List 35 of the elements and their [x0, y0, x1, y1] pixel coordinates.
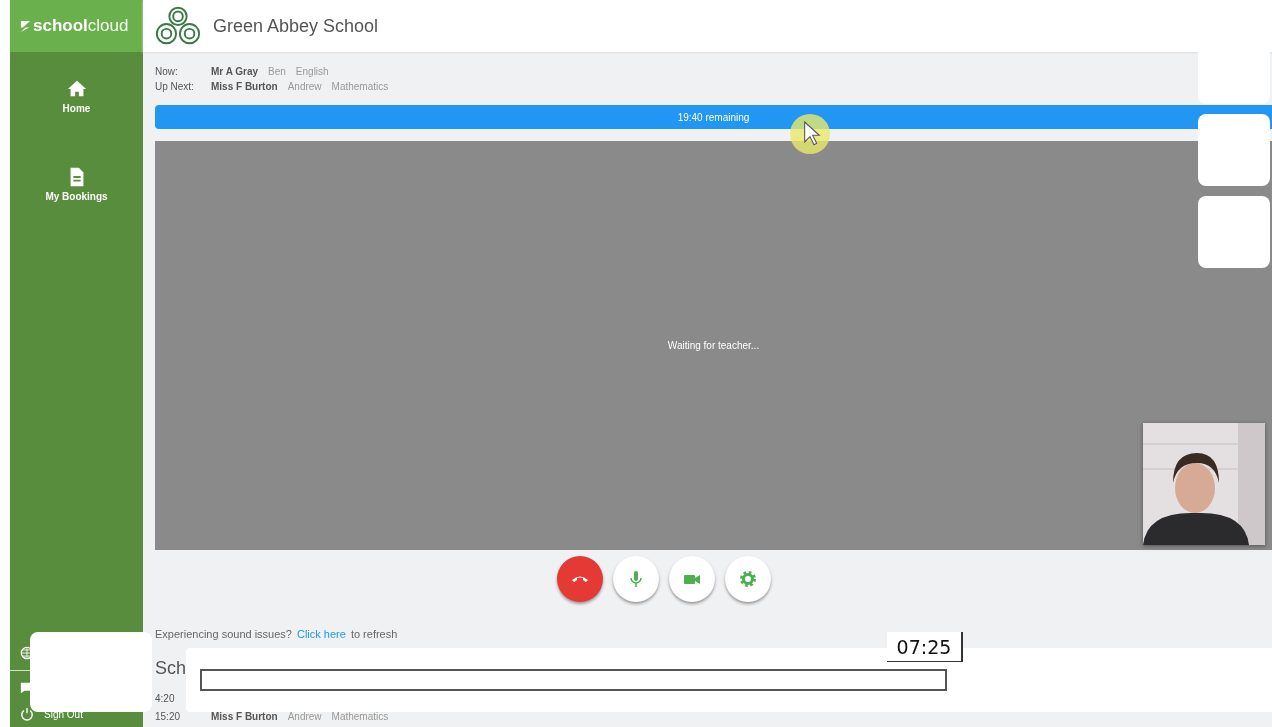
spiral-logo-icon: [153, 6, 203, 46]
up-next-label: Up Next:: [155, 81, 195, 92]
nav-item[interactable]: Home: [10, 78, 143, 114]
school-name: Green Abbey School: [213, 15, 379, 37]
schoolcloud-logo: schoolcloud: [10, 0, 143, 52]
settings-button[interactable]: [724, 556, 771, 602]
sound-notice-text: to refresh: [350, 628, 398, 640]
refresh-link[interactable]: Click here: [297, 628, 346, 640]
student-name: Ben: [268, 66, 286, 77]
settings-icon: [737, 569, 758, 589]
hang-up-button[interactable]: [556, 556, 603, 602]
teacher-name: Miss F Burton: [211, 711, 278, 722]
now-label: Now:: [155, 66, 179, 77]
overlay-panel: [1198, 114, 1270, 186]
schedule-heading: Sch: [155, 658, 187, 679]
nav-item[interactable]: My Bookings: [10, 166, 143, 202]
slot-time: 4:20: [155, 693, 176, 704]
time-tooltip: 07:25: [887, 632, 963, 662]
subject-name: Mathematics: [331, 711, 389, 722]
subject-name: English: [295, 66, 329, 77]
microphone-button[interactable]: [612, 556, 659, 602]
time-remaining-bar: 19:40 remaining: [155, 105, 1272, 129]
student-name: Andrew: [287, 711, 322, 722]
camera-button[interactable]: [668, 556, 715, 602]
cursor-icon: [790, 114, 830, 154]
student-name: Andrew: [287, 81, 322, 92]
teacher-name: Mr A Gray: [211, 66, 259, 77]
waiting-message: Waiting for teacher...: [667, 340, 760, 351]
subject-name: Mathematics: [331, 81, 389, 92]
slot-time: 15:20: [155, 711, 182, 722]
seek-track[interactable]: [200, 669, 947, 691]
overlay-panel: [1198, 196, 1270, 268]
teacher-name: Miss F Burton: [211, 81, 278, 92]
power-icon: [20, 707, 34, 721]
sound-notice-text: Experiencing sound issues?: [155, 628, 292, 640]
